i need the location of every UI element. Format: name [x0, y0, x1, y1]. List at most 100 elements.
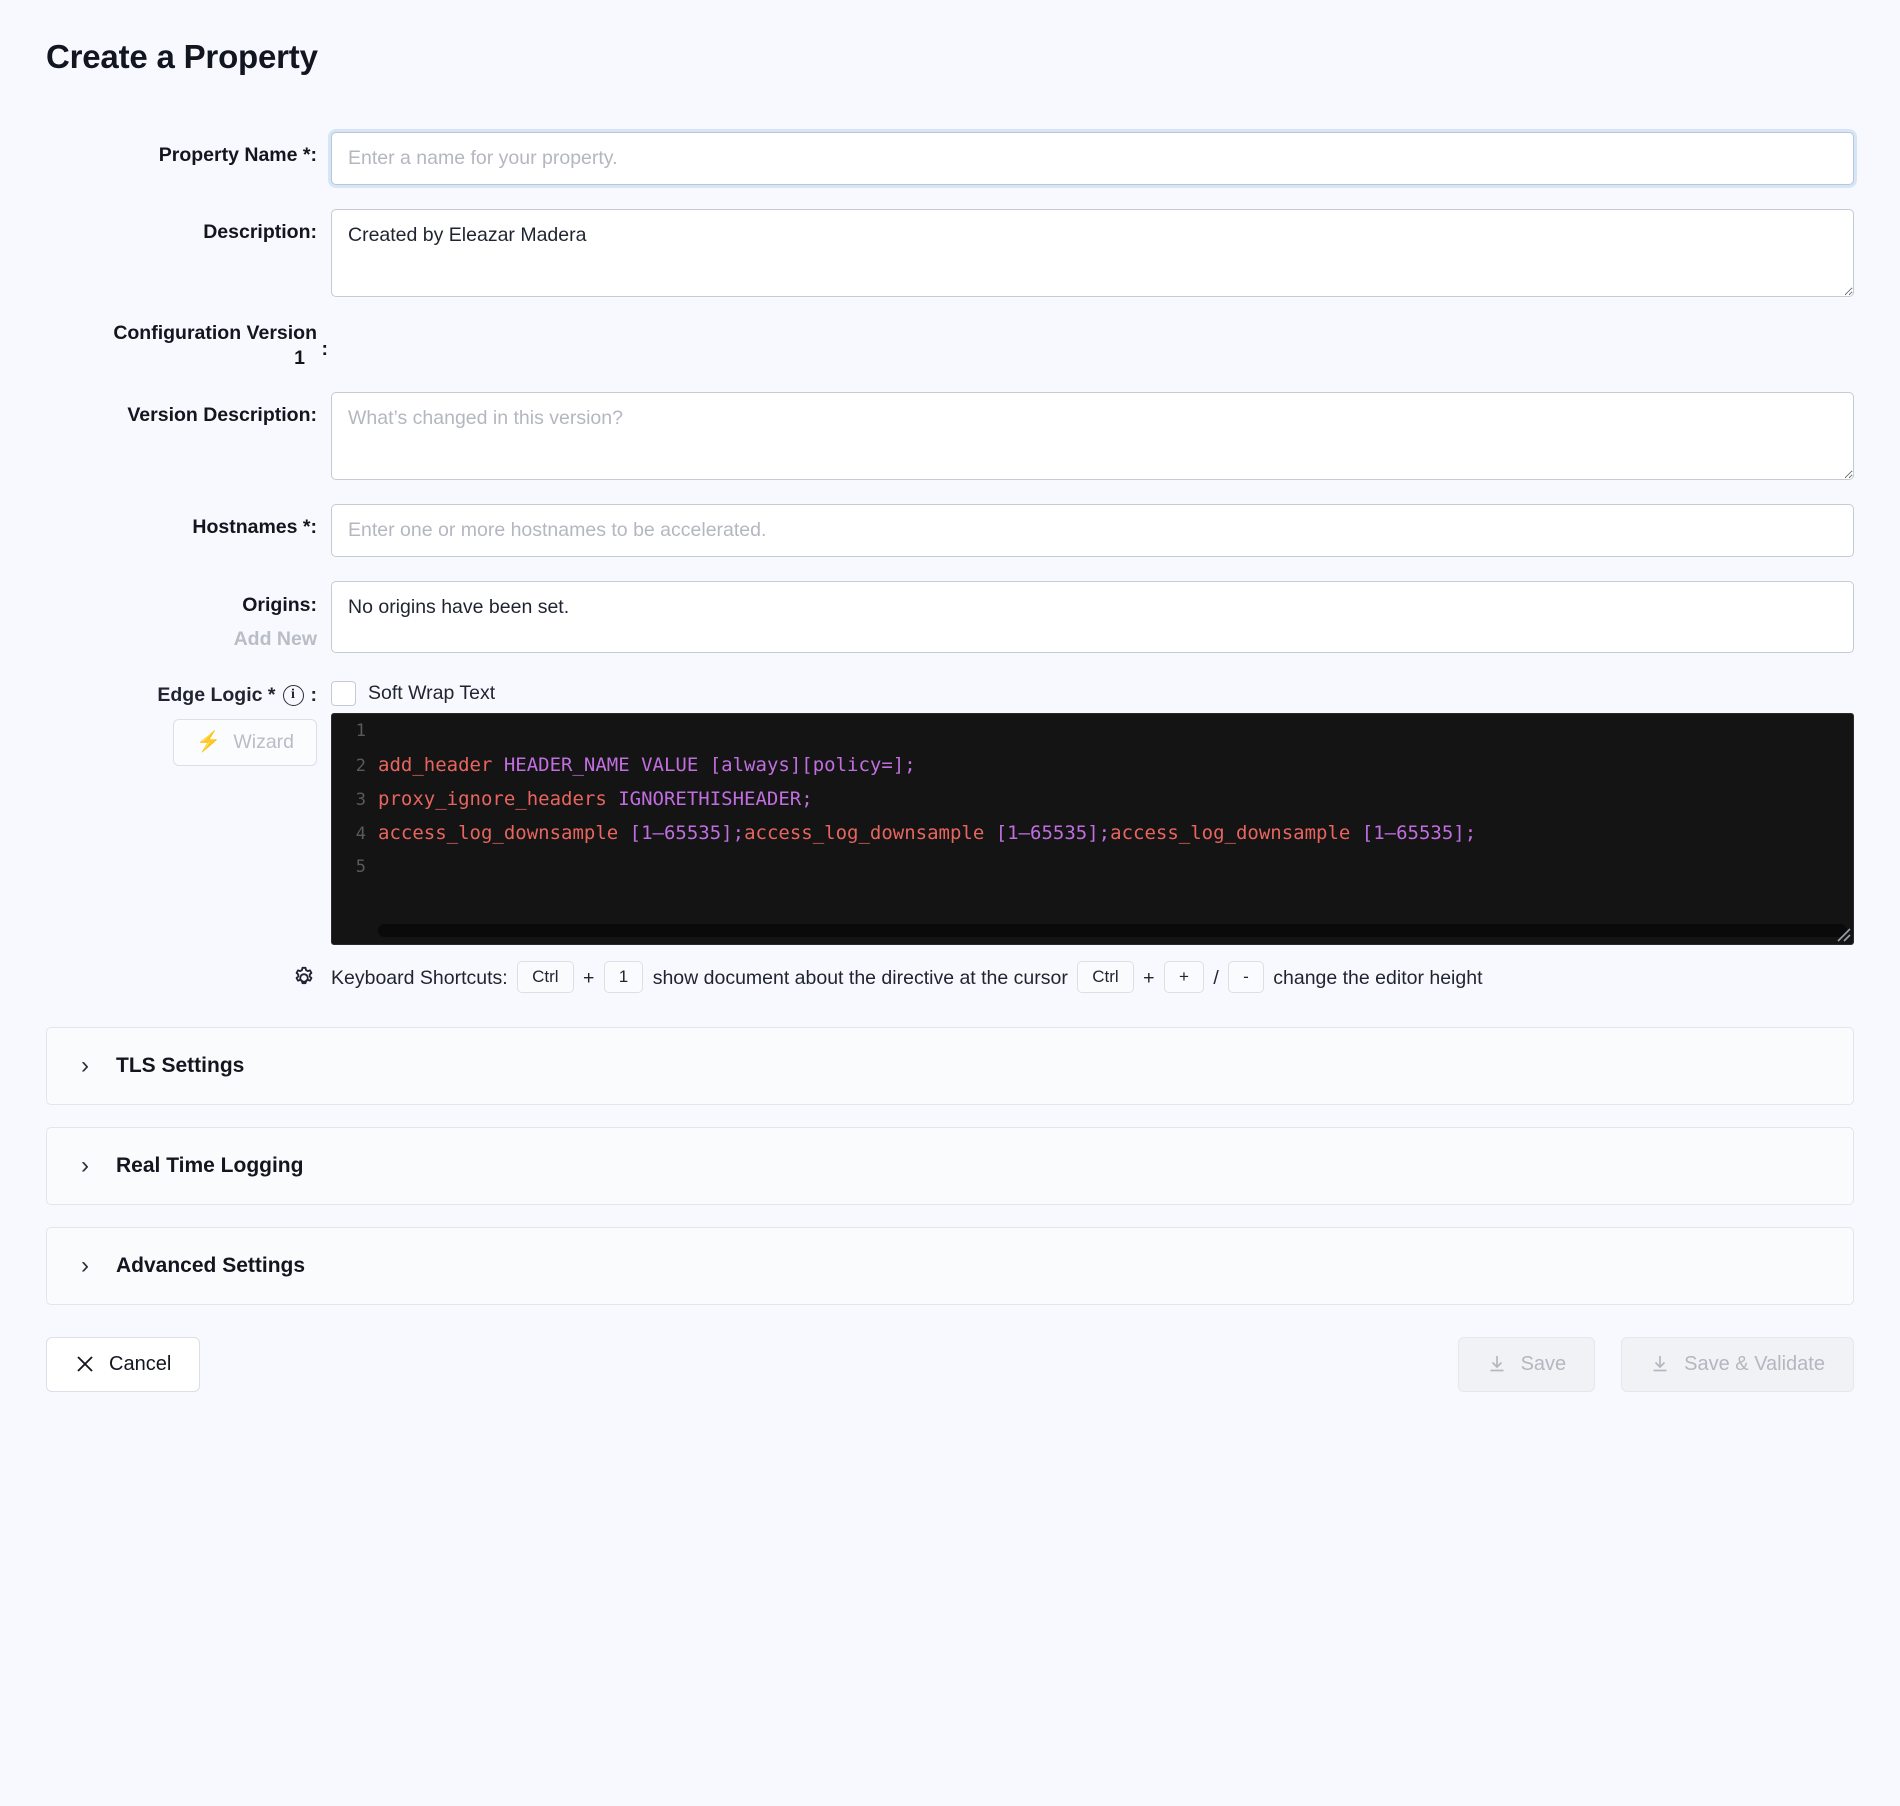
soft-wrap-checkbox[interactable]: [331, 680, 356, 706]
origins-colon: :: [310, 593, 318, 616]
hostnames-field-wrap: [331, 503, 1854, 557]
hostnames-label: Hostnames *:: [192, 515, 317, 538]
download-icon: [1490, 1356, 1504, 1372]
code-argument: [1–65535];: [995, 821, 1111, 844]
kbd-ctrl-2: Ctrl: [1077, 960, 1134, 994]
keyboard-shortcuts-text: Keyboard Shortcuts: Ctrl + 1 show docume…: [331, 959, 1854, 997]
hostnames-input[interactable]: [331, 503, 1854, 557]
shortcuts-desc-a: show document about the directive at the…: [652, 966, 1068, 989]
origins-add-new-button[interactable]: Add New: [46, 627, 317, 651]
chevron-right-icon: ›: [81, 1151, 89, 1179]
accordion-title: Real Time Logging: [116, 1153, 304, 1177]
edge-logic-label: Edge Logic *: [157, 683, 276, 706]
code-line[interactable]: 1: [332, 714, 1853, 748]
version-description-field-wrap: [331, 391, 1854, 480]
edge-logic-editor-row: ⚡ Wizard 1 2 add_header HEADER_NAME VALUE …: [46, 712, 1854, 945]
accordion-title: Advanced Settings: [116, 1253, 306, 1277]
origins-label: Origins: [242, 593, 311, 616]
property-name-row: Property Name *:: [46, 132, 1854, 185]
property-name-field-wrap: [331, 132, 1854, 185]
shortcuts-prefix: Keyboard Shortcuts:: [331, 966, 508, 989]
save-button-label: Save: [1520, 1352, 1567, 1375]
code-line[interactable]: 4 access_log_downsample [1–65535];access_…: [332, 816, 1853, 850]
cancel-button-label: Cancel: [109, 1352, 172, 1375]
edge-logic-header-row: Edge Logic * i : Soft Wrap Text: [46, 677, 1854, 707]
info-icon[interactable]: i: [282, 684, 304, 706]
shortcuts-desc-b: change the editor height: [1273, 966, 1483, 989]
line-number: 1: [355, 720, 366, 741]
accordion-section-advanced-settings[interactable]: › Advanced Settings: [46, 1226, 1854, 1305]
kbd-minus: -: [1228, 960, 1264, 994]
code-line[interactable]: 2 add_header HEADER_NAME VALUE [always][p…: [332, 748, 1853, 782]
accordion-section-tls-settings[interactable]: › TLS Settings: [46, 1026, 1854, 1105]
soft-wrap-label: Soft Wrap Text: [368, 681, 496, 704]
code-argument: [1–65535];: [629, 821, 745, 844]
configuration-version-label: Configuration Version 1 :: [46, 321, 331, 372]
origins-label-col: Origins: Add New: [46, 581, 331, 652]
shortcuts-slash: /: [1213, 966, 1219, 989]
configuration-version-label-text: Configuration Version: [113, 322, 317, 344]
line-number: 3: [355, 789, 366, 810]
description-textarea[interactable]: Created by Eleazar Madera: [331, 209, 1854, 297]
code-line[interactable]: 5: [332, 850, 1853, 884]
version-description-row: Version Description:: [46, 391, 1854, 480]
property-name-input[interactable]: [331, 132, 1854, 185]
property-name-label: Property Name *:: [158, 144, 317, 166]
kbd-ctrl-1: Ctrl: [517, 960, 574, 994]
line-number: 2: [355, 755, 366, 776]
accordion-section-real-time-logging[interactable]: › Real Time Logging: [46, 1126, 1854, 1205]
save-validate-button-label: Save & Validate: [1684, 1352, 1825, 1375]
code-directive: access_log_downsample: [1110, 821, 1362, 844]
chevron-right-icon: ›: [81, 1251, 89, 1279]
create-property-page: Create a Property Property Name *: Descr…: [0, 0, 1900, 1806]
code-directive: access_log_downsample: [744, 821, 996, 844]
wizard-button-wrap: ⚡ Wizard: [46, 713, 331, 766]
wizard-button-label: Wizard: [233, 730, 294, 753]
code-text: proxy_ignore_headers IGNORETHISHEADER;: [378, 782, 1853, 816]
kbd-one: 1: [603, 960, 644, 994]
code-argument: HEADER_NAME VALUE [always][policy=];: [503, 753, 916, 776]
code-lines[interactable]: 1 2 add_header HEADER_NAME VALUE [always][…: [332, 714, 1853, 884]
code-directive: proxy_ignore_headers: [378, 787, 619, 810]
description-label: Description:: [203, 221, 317, 243]
configuration-version-value: 1: [294, 347, 305, 370]
edge-logic-colon: :: [310, 683, 318, 706]
editor-horizontal-scrollbar[interactable]: [378, 923, 1847, 937]
code-argument: IGNORETHISHEADER;: [618, 787, 813, 810]
hostnames-row: Hostnames *:: [46, 503, 1854, 557]
download-icon: [1653, 1356, 1667, 1372]
accordion-title: TLS Settings: [116, 1053, 245, 1077]
line-number: 5: [355, 856, 366, 877]
line-number: 4: [355, 823, 366, 844]
code-directive: access_log_downsample: [378, 821, 630, 844]
edge-logic-code-editor[interactable]: 1 2 add_header HEADER_NAME VALUE [always][…: [331, 712, 1854, 945]
version-description-label: Version Description:: [127, 403, 317, 426]
description-field-wrap: Created by Eleazar Madera: [331, 209, 1854, 297]
keyboard-shortcuts-row: Keyboard Shortcuts: Ctrl + 1 show docume…: [46, 959, 1854, 997]
origins-row: Origins: Add New No origins have been se…: [46, 580, 1854, 653]
form-footer: Cancel Save Save & Validate: [46, 1336, 1854, 1392]
shortcuts-plus-a: +: [582, 966, 595, 989]
code-line[interactable]: 3 proxy_ignore_headers IGNORETHISHEADER;: [332, 782, 1853, 816]
edge-logic-label-col: Edge Logic * i :: [46, 677, 331, 707]
close-x-icon: [77, 1356, 93, 1372]
cancel-button[interactable]: Cancel: [46, 1336, 201, 1392]
save-button[interactable]: Save: [1457, 1336, 1596, 1392]
configuration-version-row: Configuration Version 1 :: [46, 321, 1854, 372]
version-description-textarea[interactable]: [331, 391, 1854, 480]
save-validate-button[interactable]: Save & Validate: [1621, 1336, 1854, 1392]
kbd-plus: +: [1163, 960, 1204, 994]
description-row: Description: Created by Eleazar Madera: [46, 209, 1854, 297]
code-text: add_header HEADER_NAME VALUE [always][po…: [378, 748, 1853, 782]
gear-icon: [295, 966, 313, 984]
code-text: access_log_downsample [1–65535];access_l…: [378, 816, 1853, 850]
lightning-bolt-icon: ⚡: [196, 731, 222, 754]
chevron-right-icon: ›: [81, 1051, 89, 1079]
soft-wrap-control[interactable]: Soft Wrap Text: [331, 677, 495, 706]
accordion-list: › TLS Settings › Real Time Logging › Advanced…: [46, 1026, 1854, 1305]
wizard-button[interactable]: ⚡ Wizard: [173, 718, 317, 766]
configuration-version-colon: :: [321, 338, 329, 360]
code-directive: add_header: [378, 753, 504, 776]
origins-field-wrap: No origins have been set.: [331, 580, 1854, 653]
page-title: Create a Property: [46, 38, 318, 75]
